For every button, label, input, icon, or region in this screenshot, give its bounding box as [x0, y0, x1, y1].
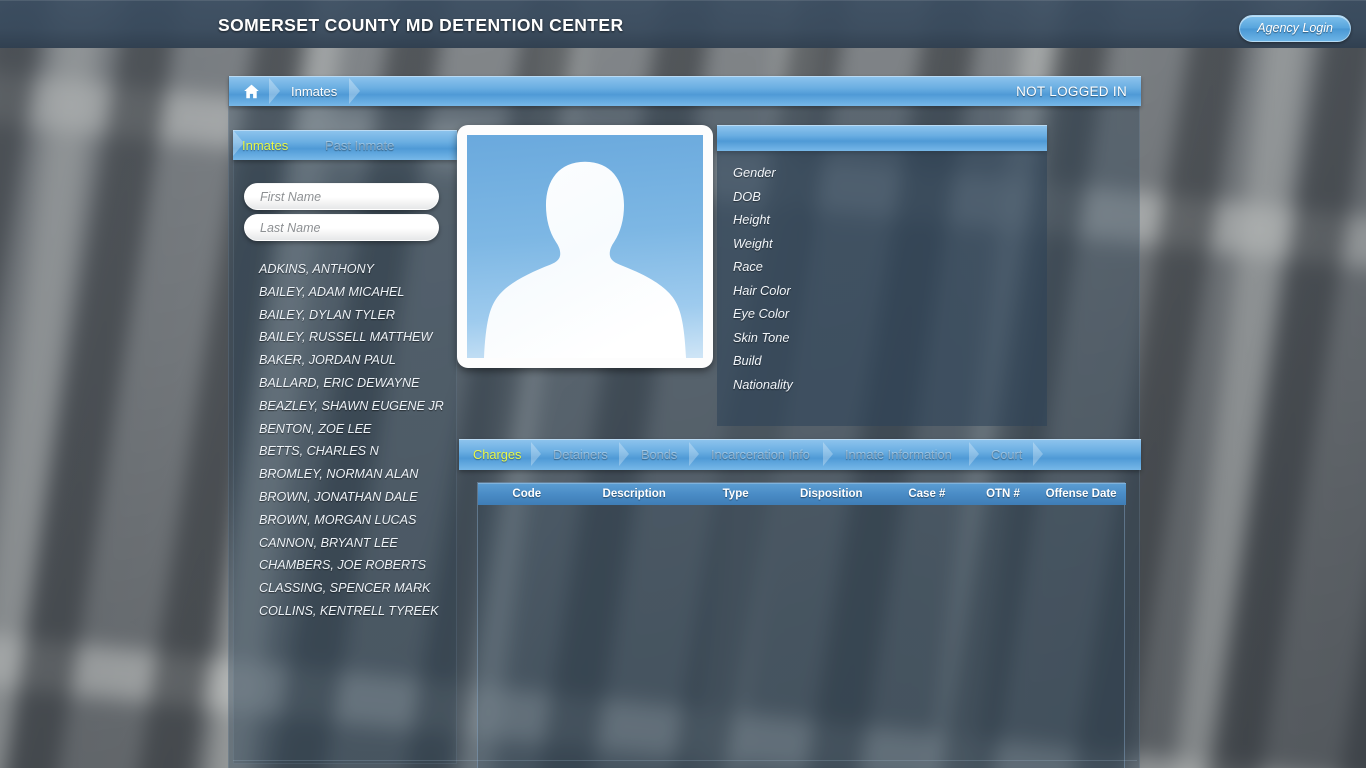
inmate-list-item[interactable]: BETTS, CHARLES N [234, 440, 456, 463]
home-icon [244, 84, 259, 98]
info-field-label: Skin Tone [733, 329, 790, 345]
inmate-list-tabbar: Inmates Past Inmate [233, 130, 457, 160]
tab-separator-icon [969, 442, 979, 466]
detail-tabstrip: Charges Detainers Bonds Incarceration Info I… [459, 439, 1141, 470]
tab-separator-icon [531, 442, 541, 466]
tab-separator-icon [1033, 442, 1043, 466]
tab-bonds[interactable]: Bonds [641, 439, 677, 470]
inmate-list-item[interactable]: BAKER, JORDAN PAUL [234, 349, 456, 372]
person-silhouette-icon [483, 161, 687, 358]
column-header[interactable]: Offense Date [1036, 488, 1126, 500]
inmate-list-item[interactable]: BROWN, MORGAN LUCAS [234, 509, 456, 532]
inmate-list-item[interactable]: COLLINS, KENTRELL TYREEK [234, 600, 456, 621]
breadcrumb: Inmates NOT LOGGED IN [229, 76, 1141, 106]
inmate-list-item[interactable]: BAILEY, DYLAN TYLER [234, 304, 456, 327]
tab-detainers[interactable]: Detainers [553, 439, 608, 470]
tab-separator-icon [619, 442, 629, 466]
info-field-label: Height [733, 212, 770, 227]
inmate-list-item[interactable]: BROMLEY, NORMAN ALAN [234, 463, 456, 486]
column-header[interactable]: Description [576, 488, 693, 500]
inmate-list-item[interactable]: CLASSING, SPENCER MARK [234, 577, 456, 600]
inmate-photo [467, 135, 703, 358]
tab-charges[interactable]: Charges [473, 439, 521, 470]
top-banner: SOMERSET COUNTY MD DETENTION CENTER Agen… [0, 0, 1366, 48]
column-header[interactable]: OTN # [970, 488, 1036, 500]
column-header[interactable]: Code [478, 488, 576, 500]
tab-inmate-information[interactable]: Inmate Information [845, 439, 952, 470]
info-field-label: Race [733, 259, 763, 274]
inmate-info-header [717, 125, 1047, 151]
inmate-list-item[interactable]: CANNON, BRYANT LEE [234, 532, 456, 555]
charges-table-header: Code Description Type Disposition Case # OTN … [478, 483, 1126, 505]
home-breadcrumb-button[interactable] [243, 76, 260, 106]
inmate-list-item[interactable]: BALLARD, ERIC DEWAYNE [234, 372, 456, 395]
charges-table: Code Description Type Disposition Case # OTN … [477, 482, 1126, 768]
inmate-list-item[interactable]: BAILEY, RUSSELL MATTHEW [234, 326, 456, 349]
breadcrumb-separator-icon [269, 78, 283, 104]
column-header[interactable]: Disposition [779, 488, 884, 500]
inmate-list-item[interactable]: BEAZLEY, SHAWN EUGENE JR [234, 395, 456, 418]
info-field-label: DOB [733, 188, 761, 204]
tab-incarceration-info[interactable]: Incarceration Info [711, 439, 810, 470]
inmate-info-field-list: Gender DOB Height Weight Race Hair Color Eye C… [733, 161, 1033, 396]
first-name-input[interactable] [244, 183, 439, 210]
info-field-label: Eye Color [733, 306, 790, 321]
charges-table-body [478, 505, 1126, 768]
tab-court[interactable]: Court [991, 439, 1022, 470]
panel-divider [233, 760, 1137, 761]
inmate-list[interactable]: ADKINS, ANTHONY BAILEY, ADAM MICAHEL BAILE… [234, 258, 456, 621]
info-field-label: Gender [733, 165, 776, 180]
agency-login-button[interactable]: Agency Login [1239, 15, 1351, 42]
page-title: SOMERSET COUNTY MD DETENTION CENTER [218, 15, 624, 35]
app-shell: Inmates NOT LOGGED IN Inmates Past Inmat… [228, 76, 1141, 768]
info-field-label: Hair Color [733, 282, 791, 298]
info-field-label: Build [733, 353, 762, 368]
login-status-text: NOT LOGGED IN [1016, 83, 1127, 99]
inmate-list-item[interactable]: BENTON, ZOE LEE [234, 418, 456, 441]
info-field-label: Nationality [733, 376, 793, 392]
last-name-input[interactable] [244, 214, 439, 241]
inmate-list-item[interactable]: BROWN, JONATHAN DALE [234, 486, 456, 509]
tab-separator-icon [689, 442, 699, 466]
tab-inmates[interactable]: Inmates [242, 130, 288, 160]
info-field-label: Weight [733, 235, 773, 251]
inmate-photo-card [457, 125, 713, 368]
column-header[interactable]: Type [693, 488, 779, 500]
column-header[interactable]: Case # [884, 488, 970, 500]
breadcrumb-separator-icon [349, 78, 363, 104]
tab-past-inmate[interactable]: Past Inmate [325, 130, 394, 160]
breadcrumb-item-inmates[interactable]: Inmates [291, 76, 337, 106]
inmate-list-item[interactable]: BAILEY, ADAM MICAHEL [234, 281, 456, 304]
inmate-list-item[interactable]: CHAMBERS, JOE ROBERTS [234, 554, 456, 577]
inmate-list-item[interactable]: ADKINS, ANTHONY [234, 258, 456, 281]
tab-separator-icon [823, 442, 833, 466]
